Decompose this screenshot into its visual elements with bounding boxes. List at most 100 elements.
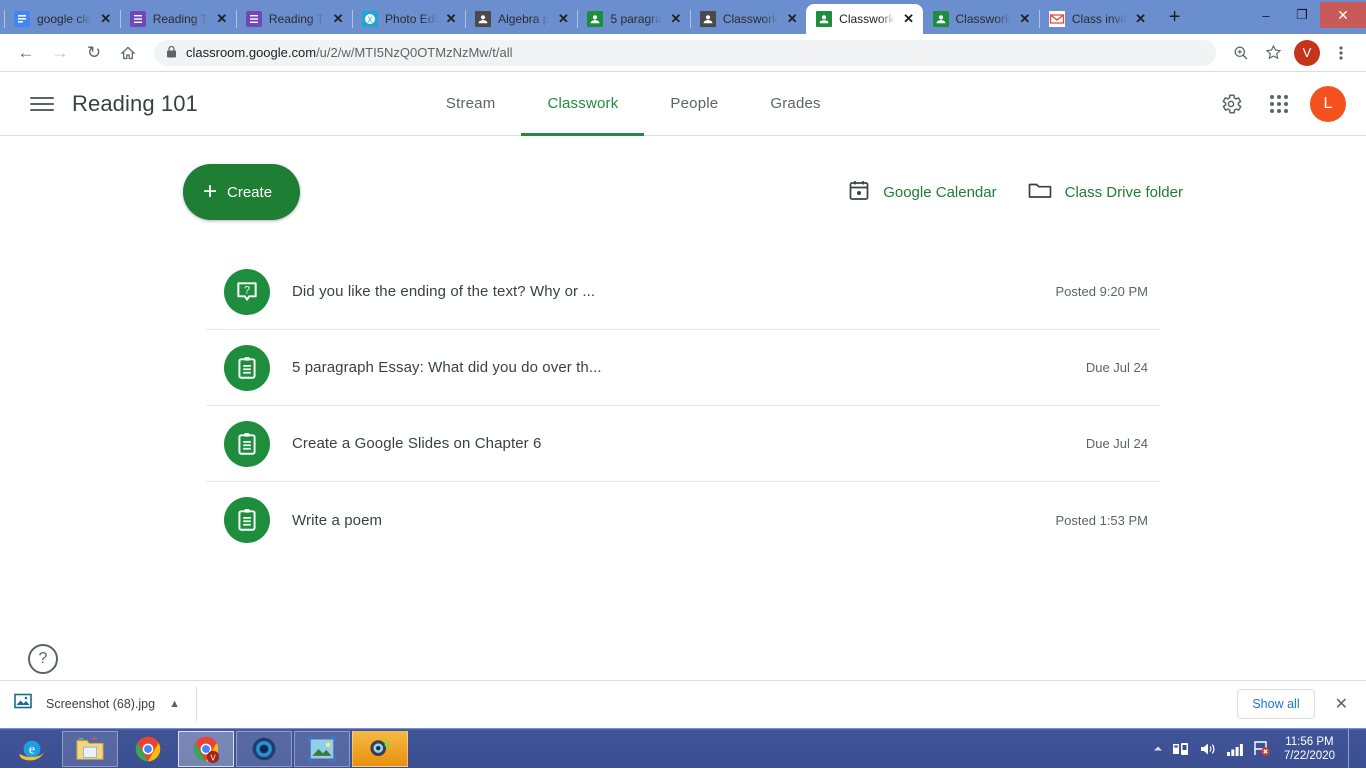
browser-tab-6[interactable]: 5 paragra ✕ — [577, 4, 689, 34]
browser-tab-2[interactable]: Reading T ✕ — [120, 4, 236, 34]
chrome-profile-v-icon[interactable]: V — [178, 731, 234, 767]
file-explorer-icon[interactable] — [62, 731, 118, 767]
coursework-row[interactable]: ? Did you like the ending of the text? W… — [206, 254, 1160, 330]
question-icon: ? — [224, 269, 270, 315]
create-button[interactable]: + Create — [183, 164, 300, 220]
tab-title: 5 paragra — [610, 12, 661, 26]
new-tab-button[interactable]: + — [1161, 4, 1189, 32]
classroom-tabs: Stream Classwork People Grades — [420, 72, 847, 136]
image-file-icon — [14, 692, 32, 715]
photo-viewer-icon[interactable] — [294, 731, 350, 767]
tab-classwork[interactable]: Classwork — [521, 72, 644, 136]
browser-tab-9[interactable]: Classwork ✕ — [923, 4, 1039, 34]
chevron-up-icon[interactable]: ▲ — [169, 698, 180, 710]
google-classroom-grey-icon — [700, 11, 716, 27]
browser-tab-4[interactable]: X Photo Edi ✕ — [352, 4, 465, 34]
tab-close-icon[interactable]: ✕ — [669, 11, 683, 27]
google-forms-icon — [246, 11, 262, 27]
address-bar[interactable]: classroom.google.com/u/2/w/MTI5NzQ0OTMzN… — [154, 40, 1216, 66]
flag-error-icon[interactable] — [1253, 740, 1271, 757]
home-button[interactable] — [112, 38, 144, 68]
tab-stream[interactable]: Stream — [420, 72, 522, 136]
calendar-icon — [847, 178, 871, 206]
account-avatar[interactable]: L — [1310, 86, 1346, 122]
speaker-icon[interactable] — [1199, 741, 1217, 757]
help-question-icon[interactable]: ? — [28, 644, 58, 674]
usb-device-icon[interactable] — [1172, 741, 1190, 757]
clock-date: 7/22/2020 — [1284, 749, 1335, 763]
browser-tab-5[interactable]: Algebra p ✕ — [465, 4, 577, 34]
close-icon[interactable]: ✕ — [1331, 694, 1352, 714]
photo-editor-icon[interactable] — [352, 731, 408, 767]
chevron-up-icon[interactable] — [1153, 744, 1163, 754]
coursework-title: Did you like the ending of the text? Why… — [292, 283, 595, 300]
media-player-icon[interactable] — [236, 731, 292, 767]
maximize-button[interactable]: ❐ — [1284, 1, 1320, 29]
tab-close-icon[interactable]: ✕ — [1018, 11, 1032, 27]
google-classroom-grey-icon — [475, 11, 491, 27]
tab-separator — [577, 10, 578, 28]
tab-separator — [120, 10, 121, 28]
browser-tab-7[interactable]: Classwork ✕ — [690, 4, 806, 34]
tab-grades[interactable]: Grades — [744, 72, 846, 136]
tab-title: Classwork — [956, 12, 1011, 26]
tab-title: Reading T — [269, 12, 324, 26]
google-apps-grid-icon[interactable] — [1262, 87, 1296, 121]
plus-icon: + — [203, 180, 217, 204]
show-all-button[interactable]: Show all — [1237, 689, 1314, 719]
coursework-row[interactable]: Create a Google Slides on Chapter 6 Due … — [206, 406, 1160, 482]
show-desktop-button[interactable] — [1348, 729, 1358, 769]
signal-bars-icon[interactable] — [1226, 741, 1244, 757]
coursework-title: 5 paragraph Essay: What did you do over … — [292, 359, 602, 376]
tab-title: Algebra p — [498, 12, 549, 26]
tab-close-icon[interactable]: ✕ — [444, 11, 458, 27]
tab-close-icon[interactable]: ✕ — [99, 11, 113, 27]
reload-button[interactable]: ↻ — [78, 38, 110, 68]
tab-close-icon[interactable]: ✕ — [902, 11, 916, 27]
download-item[interactable]: Screenshot (68).jpg ▲ — [14, 687, 197, 721]
browser-tab-1[interactable]: google cla ✕ — [4, 4, 120, 34]
google-calendar-link[interactable]: Google Calendar — [847, 178, 996, 206]
close-window-button[interactable]: ✕ — [1320, 2, 1366, 28]
gear-icon[interactable] — [1214, 87, 1248, 121]
coursework-row[interactable]: 5 paragraph Essay: What did you do over … — [206, 330, 1160, 406]
url-path: /u/2/w/MTI5NzQ0OTMzNzMw/t/all — [316, 45, 512, 60]
download-shelf-actions: Show all ✕ — [1237, 689, 1352, 719]
svg-text:V: V — [210, 753, 216, 762]
zoom-in-icon[interactable] — [1226, 38, 1256, 68]
browser-tab-3[interactable]: Reading T ✕ — [236, 4, 352, 34]
tab-title: Classwork — [723, 12, 778, 26]
tab-close-icon[interactable]: ✕ — [1134, 11, 1148, 27]
assignment-icon — [224, 421, 270, 467]
browser-profile-avatar[interactable]: V — [1294, 40, 1320, 66]
forward-button[interactable]: → — [44, 38, 76, 68]
tab-close-icon[interactable]: ✕ — [556, 11, 570, 27]
internet-explorer-icon[interactable]: e — [4, 731, 60, 767]
tab-close-icon[interactable]: ✕ — [785, 11, 799, 27]
page-title: Reading 101 — [72, 91, 198, 117]
classroom-page: Reading 101 Stream Classwork People Grad… — [0, 72, 1366, 726]
browser-tab-10[interactable]: Class invit ✕ — [1039, 4, 1155, 34]
tab-close-icon[interactable]: ✕ — [215, 11, 229, 27]
tab-title: Classwork — [839, 12, 894, 26]
download-file-name: Screenshot (68).jpg — [46, 697, 155, 711]
class-drive-folder-link[interactable]: Class Drive folder — [1027, 178, 1183, 206]
taskbar-clock[interactable]: 11:56 PM 7/22/2020 — [1280, 735, 1335, 763]
tab-people[interactable]: People — [644, 72, 744, 136]
svg-text:e: e — [29, 741, 35, 757]
coursework-list: ? Did you like the ending of the text? W… — [206, 254, 1160, 558]
chrome-icon[interactable] — [120, 731, 176, 767]
minimize-button[interactable]: – — [1248, 1, 1284, 29]
coursework-row[interactable]: Write a poem Posted 1:53 PM — [206, 482, 1160, 558]
create-button-label: Create — [227, 184, 272, 201]
back-button[interactable]: ← — [10, 38, 42, 68]
tab-title: google cla — [37, 12, 92, 26]
star-icon[interactable] — [1258, 38, 1288, 68]
three-dot-menu-icon[interactable] — [1326, 38, 1356, 68]
main-menu-icon[interactable] — [20, 82, 64, 126]
tab-title: Reading T — [153, 12, 208, 26]
tab-title: Photo Edi — [385, 12, 437, 26]
classroom-header-actions: L — [1214, 86, 1346, 122]
tab-close-icon[interactable]: ✕ — [331, 11, 345, 27]
browser-tab-8-active[interactable]: Classwork ✕ — [806, 4, 922, 34]
